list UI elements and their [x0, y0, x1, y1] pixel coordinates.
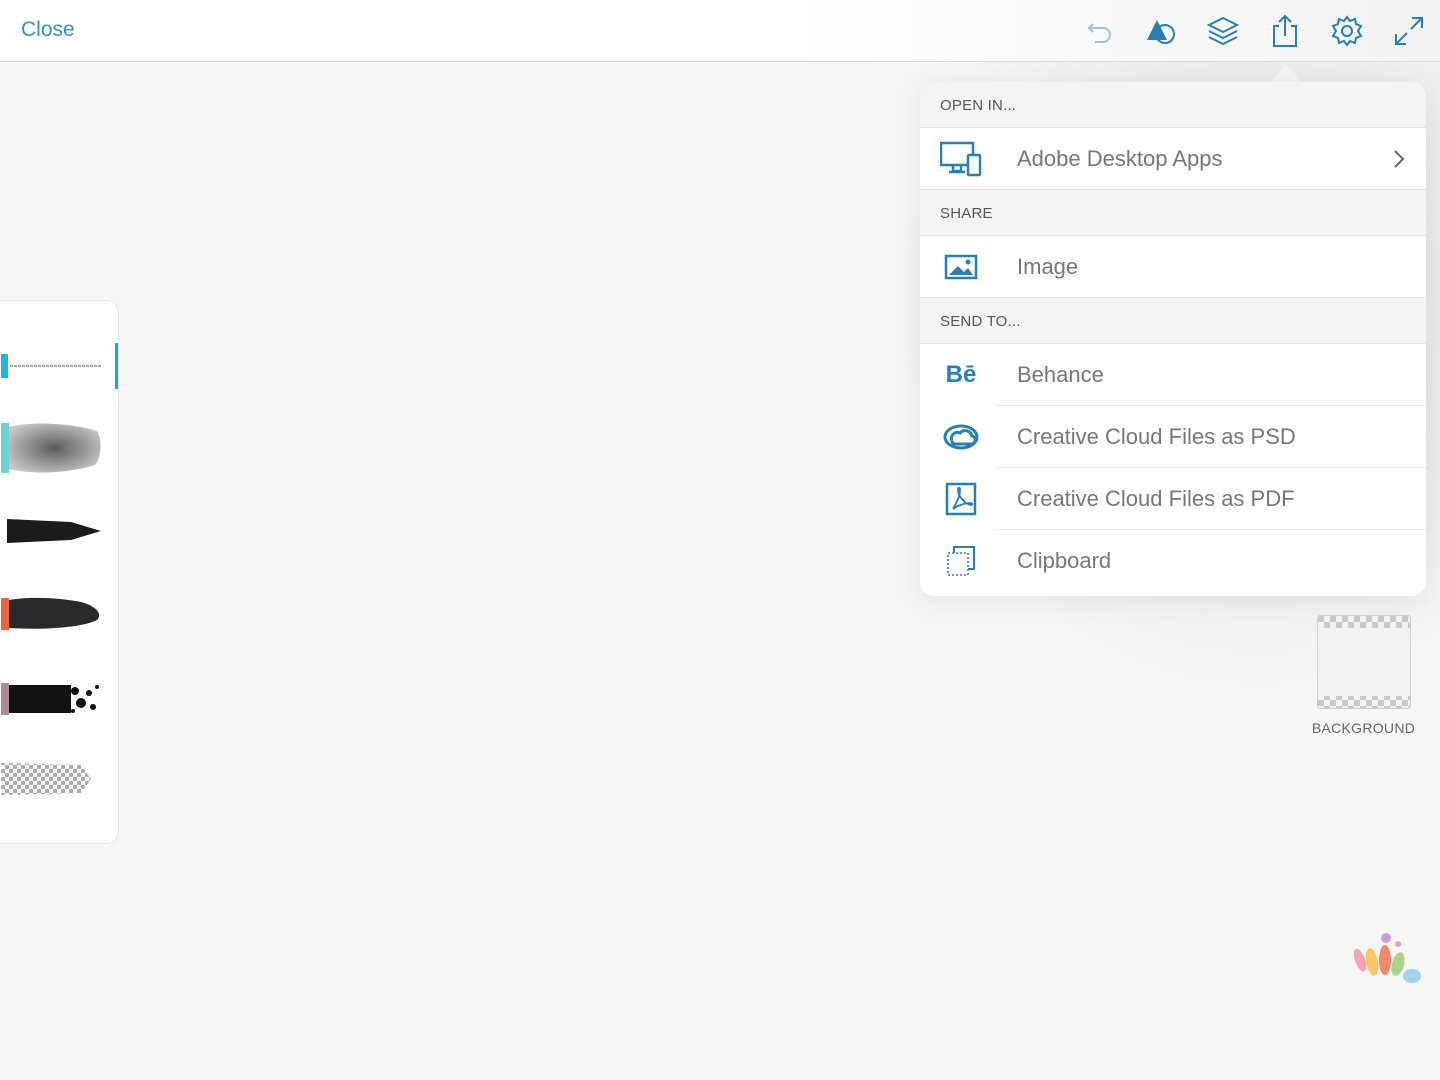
menu-item-cc-pdf[interactable]: Creative Cloud Files as PDF	[920, 468, 1426, 530]
share-popover: OPEN IN... Adobe Desktop Apps SHARE Imag…	[920, 82, 1426, 596]
menu-item-behance[interactable]: Bē Behance	[920, 344, 1426, 406]
shapes-icon[interactable]	[1144, 14, 1178, 48]
top-toolbar: Close	[0, 0, 1440, 62]
popover-arrow	[1270, 64, 1302, 82]
section-header-send-to: SEND TO...	[920, 298, 1426, 344]
menu-item-image[interactable]: Image	[920, 236, 1426, 298]
menu-item-label: Image	[1017, 253, 1079, 279]
menu-item-label: Creative Cloud Files as PSD	[1017, 424, 1296, 449]
brush-fine-pen[interactable]	[1, 351, 101, 381]
background-layer-thumbnail[interactable]	[1317, 615, 1411, 709]
layers-icon[interactable]	[1206, 14, 1240, 48]
menu-item-cc-psd[interactable]: Creative Cloud Files as PSD	[920, 406, 1426, 468]
brush-dry[interactable]	[1, 596, 101, 632]
brush-splatter[interactable]	[1, 681, 101, 717]
settings-icon[interactable]	[1330, 14, 1364, 48]
brush-eraser[interactable]	[1, 761, 101, 797]
section-header-share: SHARE	[920, 190, 1426, 236]
brush-marker[interactable]	[1, 516, 101, 546]
menu-item-label: Creative Cloud Files as PDF	[1017, 486, 1295, 511]
app-logo-icon	[1353, 933, 1421, 983]
menu-item-label: Behance	[1017, 362, 1104, 387]
chevron-right-icon	[1394, 150, 1405, 168]
menu-item-adobe-desktop-apps[interactable]: Adobe Desktop Apps	[920, 128, 1426, 190]
behance-icon: Bē	[945, 361, 977, 388]
background-layer-label: BACKGROUND	[1311, 720, 1416, 736]
desktop-devices-icon	[940, 139, 982, 179]
share-icon[interactable]	[1268, 14, 1302, 48]
menu-item-label: Clipboard	[1017, 548, 1112, 573]
menu-item-clipboard[interactable]: Clipboard	[920, 530, 1426, 592]
undo-icon[interactable]	[1083, 14, 1117, 48]
pdf-icon	[940, 479, 982, 519]
brush-selection-indicator	[115, 343, 118, 389]
close-button[interactable]: Close	[21, 18, 75, 42]
brush-soft-wash[interactable]	[1, 421, 101, 475]
creative-cloud-icon	[940, 417, 982, 457]
brush-panel	[0, 300, 119, 844]
section-header-open-in: OPEN IN...	[920, 82, 1426, 128]
clipboard-icon	[940, 541, 982, 581]
menu-item-label: Adobe Desktop Apps	[1017, 145, 1223, 171]
image-icon	[940, 247, 982, 287]
expand-icon[interactable]	[1392, 14, 1426, 48]
